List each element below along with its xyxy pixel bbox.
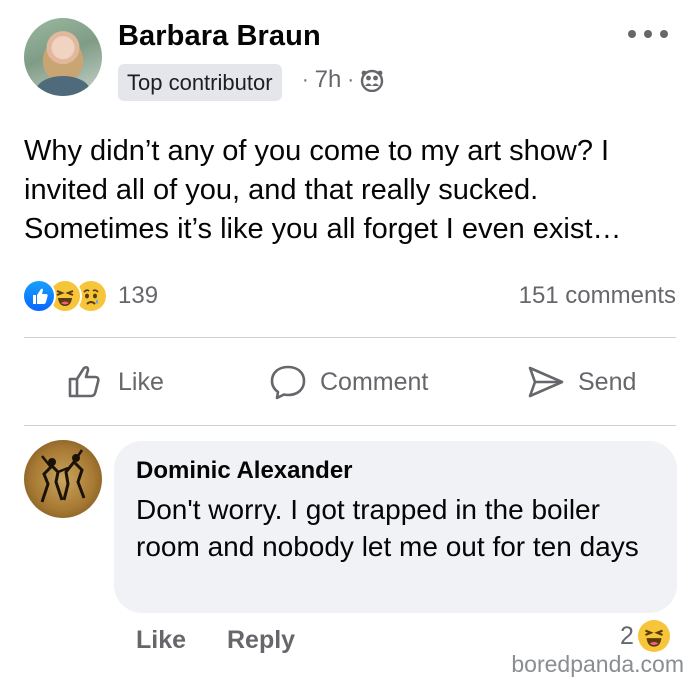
send-button[interactable]: Send xyxy=(526,360,636,404)
comments-count[interactable]: 151 comments xyxy=(519,282,676,310)
comment-text: Don't worry. I got trapped in the boiler… xyxy=(136,494,639,562)
meta-separator: · xyxy=(302,68,309,91)
like-button[interactable]: Like xyxy=(66,360,164,404)
like-outline-icon xyxy=(68,366,100,398)
top-contributor-badge[interactable]: Top contributor xyxy=(118,64,282,101)
watermark: boredpanda.com xyxy=(511,651,684,677)
commenter-avatar[interactable] xyxy=(24,440,102,518)
send-icon xyxy=(528,366,564,398)
comment-reaction-count: 2 xyxy=(620,621,634,650)
comment-bubble[interactable]: Dominic Alexander Don't worry. I got tra… xyxy=(114,441,677,613)
more-options-icon[interactable] xyxy=(628,24,668,44)
post-text: Why didn’t any of you come to my art sho… xyxy=(24,135,622,245)
like-label: Like xyxy=(118,367,164,396)
comment-reactions[interactable]: 2 xyxy=(620,620,670,652)
divider xyxy=(24,425,676,426)
comment-icon xyxy=(270,365,306,400)
comment-author[interactable]: Dominic Alexander xyxy=(136,457,353,485)
post-time[interactable]: 7h xyxy=(315,66,342,94)
send-label: Send xyxy=(578,367,637,396)
comment-like-button[interactable]: Like xyxy=(136,626,186,655)
meta-separator: · xyxy=(347,68,355,91)
comment-button[interactable]: Comment xyxy=(268,360,428,404)
divider xyxy=(24,337,676,338)
haha-icon xyxy=(637,620,670,652)
author-name[interactable]: Barbara Braun xyxy=(118,20,321,53)
like-icon xyxy=(22,279,56,313)
reaction-count: 139 xyxy=(118,282,159,309)
comment-label: Comment xyxy=(320,367,429,396)
facebook-post: Barbara Braun Top contributor · 7h · Why… xyxy=(0,0,700,685)
reactions-summary[interactable]: 139 xyxy=(22,278,158,314)
author-avatar[interactable] xyxy=(24,18,102,96)
friends-icon xyxy=(360,68,384,93)
comment-reply-button[interactable]: Reply xyxy=(227,626,295,655)
post-meta: · 7h · xyxy=(302,66,384,94)
